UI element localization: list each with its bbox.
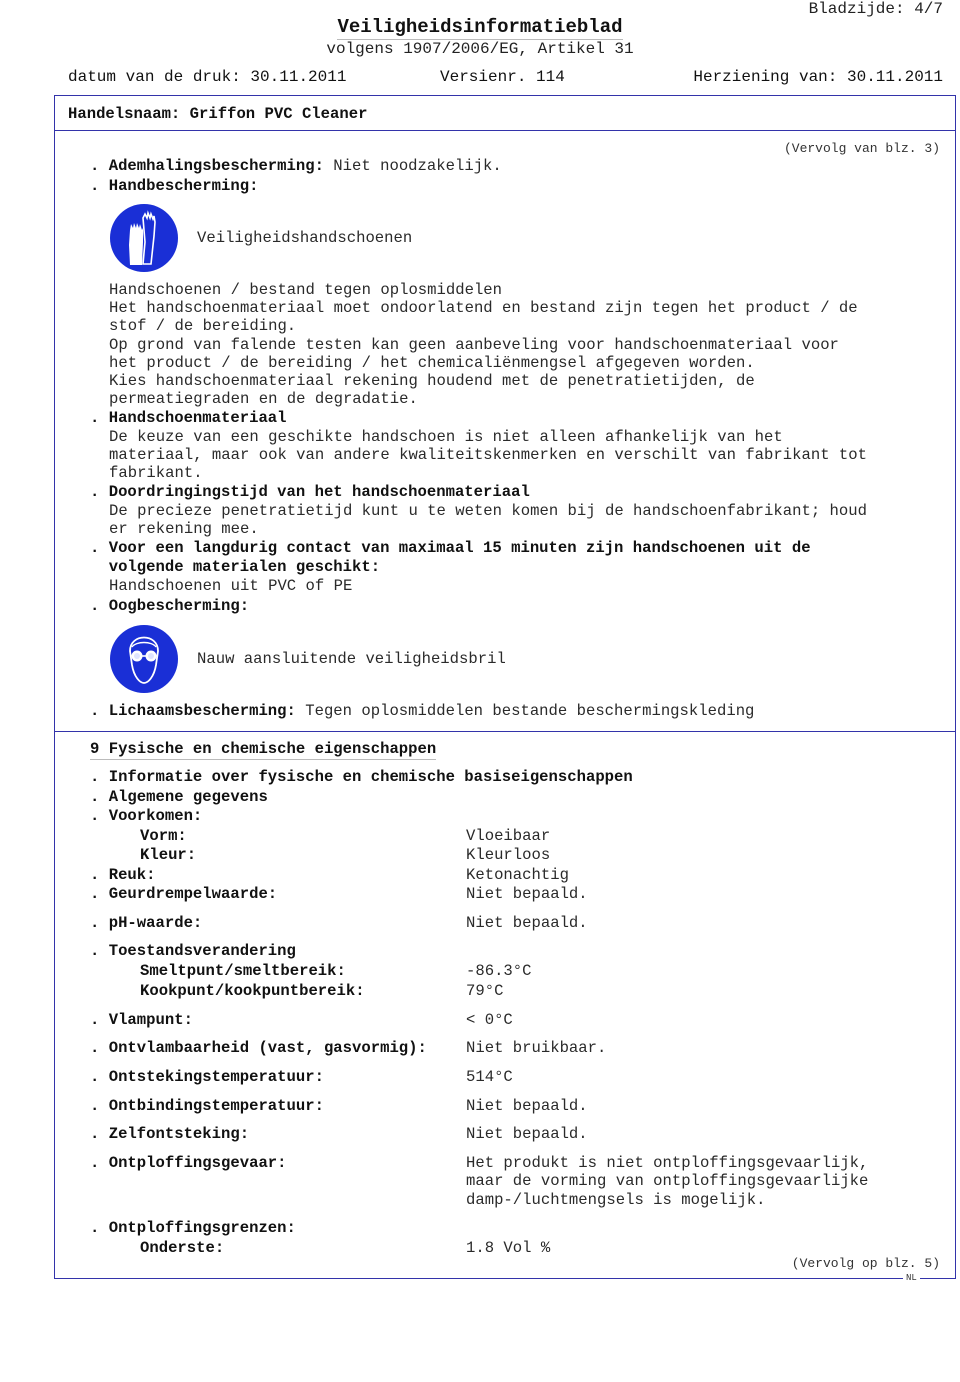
property-label: Vorm: <box>140 827 187 845</box>
property-value: Niet bepaald. <box>466 1125 588 1143</box>
hand-text-line: Kies handschoenmateriaal rekening houden… <box>109 372 755 390</box>
goggles-caption: Nauw aansluitende veiligheidsbril <box>197 650 506 668</box>
section-9-intro: . Voorkomen: <box>90 807 203 825</box>
property-value: Niet bepaald. <box>466 914 588 932</box>
glove-material-line: fabrikant. <box>109 464 203 482</box>
property-value: 79°C <box>466 982 504 1000</box>
property-value: Het produkt is niet ontploffingsgevaarli… <box>466 1154 869 1172</box>
section-9-title: 9 Fysische en chemische eigenschappen <box>90 740 437 760</box>
property-value: maar de vorming van ontploffingsgevaarli… <box>466 1172 869 1190</box>
section-9-intro: . Algemene gegevens <box>90 788 268 806</box>
property-label: . Geurdrempelwaarde: <box>90 885 278 903</box>
version-number: Versienr. 114 <box>440 68 565 86</box>
respiratory-label: . Ademhalingsbescherming: <box>90 157 324 175</box>
property-label: Smeltpunt/smeltbereik: <box>140 962 346 980</box>
property-value: damp-/luchtmengsels is mogelijk. <box>466 1191 766 1209</box>
long-contact-value: Handschoenen uit PVC of PE <box>109 577 353 595</box>
goggles-icon <box>110 625 178 693</box>
hand-text-line: permeatiegraden en de degradatie. <box>109 390 418 408</box>
property-label: . Reuk: <box>90 866 156 884</box>
section-9-title-text: 9 Fysische en chemische eigenschappen <box>90 740 437 760</box>
penetration-time-line: er rekening mee. <box>109 520 259 538</box>
property-label: . pH-waarde: <box>90 914 203 932</box>
hand-text-line: Het handschoenmateriaal moet ondoorlaten… <box>109 299 858 317</box>
divider <box>54 130 956 131</box>
language-tag: NL <box>903 1273 920 1283</box>
hand-text-line: Handschoenen / bestand tegen oplosmiddel… <box>109 281 503 299</box>
property-value: Niet bepaald. <box>466 1097 588 1115</box>
long-contact-label: volgende materialen geschikt: <box>90 558 381 576</box>
respiratory-protection: . Ademhalingsbescherming: Niet noodzakel… <box>90 157 502 175</box>
property-label: . Ontploffingsgevaar: <box>90 1154 287 1172</box>
property-value: Kleurloos <box>466 846 551 864</box>
property-value: Vloeibaar <box>466 827 551 845</box>
property-label: Kookpunt/kookpuntbereik: <box>140 982 365 1000</box>
penetration-time-label: . Doordringingstijd van het handschoenma… <box>90 483 530 501</box>
glove-material-label: . Handschoenmateriaal <box>90 409 287 427</box>
body-protection-value: Tegen oplosmiddelen bestande bescherming… <box>295 702 755 720</box>
document-subtitle: volgens 1907/2006/EG, Artikel 31 <box>326 40 634 58</box>
hand-text-line: het product / de bereiding / het chemica… <box>109 354 755 372</box>
long-contact-label: . Voor een langdurig contact van maximaa… <box>90 539 811 557</box>
trade-name: Handelsnaam: Griffon PVC Cleaner <box>68 105 368 123</box>
hand-protection-label: . Handbescherming: <box>90 177 259 195</box>
property-value: Niet bruikbaar. <box>466 1039 607 1057</box>
document-title: Veiligheidsinformatieblad <box>0 16 960 40</box>
property-value: 1.8 Vol % <box>466 1239 551 1257</box>
penetration-time-line: De precieze penetratietijd kunt u te wet… <box>109 502 867 520</box>
property-label: Kleur: <box>140 846 197 864</box>
property-label: . Ontploffingsgrenzen: <box>90 1219 296 1237</box>
section-divider <box>54 731 956 732</box>
eye-protection-label: . Oogbescherming: <box>90 597 250 615</box>
property-value: -86.3°C <box>466 962 532 980</box>
gloves-icon <box>110 204 178 272</box>
property-label: . Vlampunt: <box>90 1011 193 1029</box>
property-label: . Ontstekingstemperatuur: <box>90 1068 324 1086</box>
revision-date: Herziening van: 30.11.2011 <box>693 68 943 86</box>
property-value: Ketonachtig <box>466 866 569 884</box>
gloves-caption: Veiligheidshandschoenen <box>197 229 413 247</box>
property-label: . Toestandsverandering <box>90 942 296 960</box>
print-date: datum van de druk: 30.11.2011 <box>68 68 347 86</box>
continued-from-note: (Vervolg van blz. 3) <box>783 141 940 156</box>
section-9-intro: . Informatie over fysische en chemische … <box>90 768 633 786</box>
property-label: Onderste: <box>140 1239 225 1257</box>
property-label: . Zelfontsteking: <box>90 1125 250 1143</box>
property-value: 514°C <box>466 1068 513 1086</box>
body-protection-label: . Lichaamsbescherming: <box>90 702 296 720</box>
property-value: < 0°C <box>466 1011 513 1029</box>
hand-text-line: Op grond van falende testen kan geen aan… <box>109 336 839 354</box>
body-protection: . Lichaamsbescherming: Tegen oplosmiddel… <box>90 702 754 720</box>
property-label: . Ontvlambaarheid (vast, gasvormig): <box>90 1039 427 1057</box>
continued-to-note: (Vervolg op blz. 5) <box>791 1256 940 1271</box>
glove-material-line: De keuze van een geschikte handschoen is… <box>109 428 783 446</box>
respiratory-value: Niet noodzakelijk. <box>323 157 502 175</box>
hand-text-line: stof / de bereiding. <box>109 317 297 335</box>
property-label: . Ontbindingstemperatuur: <box>90 1097 324 1115</box>
property-value: Niet bepaald. <box>466 885 588 903</box>
document-title-text: Veiligheidsinformatieblad <box>337 16 623 40</box>
glove-material-line: materiaal, maar ook van andere kwaliteit… <box>109 446 867 464</box>
